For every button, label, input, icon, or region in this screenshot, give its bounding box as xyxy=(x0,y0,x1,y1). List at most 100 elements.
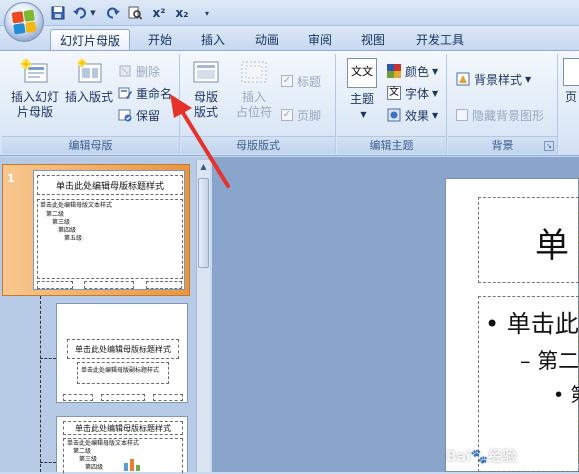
watermark-url: jingyan.baidu.com xyxy=(508,462,579,470)
page-setup-button[interactable]: 页 xyxy=(561,58,579,105)
preserve-icon xyxy=(118,108,132,122)
group-overflow: 页 xyxy=(559,54,579,154)
themes-dropdown-icon: ▼ xyxy=(360,110,367,119)
office-logo-icon xyxy=(11,9,37,35)
background-styles-icon xyxy=(456,72,470,86)
layout-connector-line-h2 xyxy=(40,462,56,463)
effects-icon xyxy=(387,108,401,122)
insert-slide-master-label-1: 插入幻灯 xyxy=(10,90,59,104)
layout1-footer-number xyxy=(153,394,183,401)
red-annotation-arrow xyxy=(170,94,230,188)
layout2-level4: 第四级 xyxy=(85,464,104,471)
ribbon-tabs: 幻灯片母版 开始 插入 动画 审阅 视图 开发工具 xyxy=(0,26,579,51)
layout-thumbnail-title[interactable]: 单击此处编辑母版标题样式 单击此处编辑母版副标题样式 xyxy=(56,303,188,403)
delete-label: 删除 xyxy=(136,64,161,79)
body-bullet-level1: • 单击此 xyxy=(485,310,579,338)
colors-label: 颜色 xyxy=(405,64,430,79)
slide-number: 1 xyxy=(7,172,15,185)
delete-icon xyxy=(118,64,132,78)
effects-button[interactable]: 效果 ▼ xyxy=(387,106,438,124)
hide-background-checkbox-box xyxy=(456,109,468,121)
page-setup-icon xyxy=(563,58,579,86)
footer-checkbox-box: ✓ xyxy=(281,109,293,121)
layout-connector-line xyxy=(40,296,41,472)
slides-panel-scrollbar[interactable]: ▲ xyxy=(196,160,210,472)
tab-home[interactable]: 开始 xyxy=(140,29,180,51)
insert-layout-button[interactable]: 插入版式 xyxy=(62,58,116,105)
group-label-background: 背景 xyxy=(448,136,557,154)
insert-layout-label: 插入版式 xyxy=(64,90,113,104)
body-bullet-level3: • 第 xyxy=(553,384,579,406)
dialog-launcher-icon[interactable]: ↘ xyxy=(544,141,554,151)
page-setup-label: 页 xyxy=(565,90,578,104)
fonts-icon: 文 xyxy=(387,86,401,100)
master-thumb-footer-date xyxy=(37,281,73,289)
footer-checkbox[interactable]: ✓ 页脚 xyxy=(281,106,321,124)
master-thumb-body: 单击此处编辑母版文本样式 xyxy=(40,202,113,209)
superscript-button[interactable]: x² xyxy=(150,4,168,22)
layout1-title: 单击此处编辑母版标题样式 xyxy=(75,345,171,354)
layout1-subtitle: 单击此处编辑母版副标题样式 xyxy=(81,367,160,374)
master-thumb-footer-center xyxy=(84,281,134,289)
tab-insert[interactable]: 插入 xyxy=(193,29,233,51)
layout2-title: 单击此处编辑母版标题样式 xyxy=(75,424,171,433)
group-label-edit-theme: 编辑主题 xyxy=(337,136,446,154)
effects-dropdown-icon: ▼ xyxy=(432,110,439,120)
master-thumb-footer-number xyxy=(146,281,182,289)
insert-slide-master-button[interactable]: 插入幻灯 片母版 xyxy=(6,58,64,120)
fonts-button[interactable]: 文 字体 ▼ xyxy=(387,84,438,102)
hide-background-label: 隐藏背景图形 xyxy=(472,108,545,123)
colors-button[interactable]: 颜色 ▼ xyxy=(387,62,438,80)
insert-slide-master-label-2: 片母版 xyxy=(16,105,53,119)
quick-access-toolbar: ▼ x² x₂ ▾ xyxy=(0,0,579,26)
title-placeholder-text: 单 xyxy=(535,226,569,266)
fonts-dropdown-icon: ▼ xyxy=(432,88,439,98)
delete-button[interactable]: 删除 xyxy=(118,62,160,80)
subscript-button[interactable]: x₂ xyxy=(173,4,191,22)
colors-icon xyxy=(387,64,401,78)
background-styles-dropdown-icon: ▼ xyxy=(525,74,532,84)
hide-background-checkbox[interactable]: 隐藏背景图形 xyxy=(456,106,544,124)
group-background: 背景样式 ▼ 隐藏背景图形 背景 ↘ xyxy=(448,54,558,154)
undo-dropdown-icon[interactable]: ▼ xyxy=(89,4,97,22)
group-label-edit-master: 编辑母版 xyxy=(2,136,179,154)
print-preview-icon[interactable] xyxy=(127,4,143,22)
layout1-footer-center xyxy=(101,394,145,401)
layout2-chart-icon xyxy=(123,457,141,471)
layout1-footer-date xyxy=(63,394,93,401)
watermark-logo: Bai🐾经验 xyxy=(446,449,517,465)
tab-slide-master[interactable]: 幻灯片母版 xyxy=(50,29,130,51)
customize-qat-icon[interactable]: ▾ xyxy=(202,4,212,22)
tab-review[interactable]: 审阅 xyxy=(300,29,340,51)
preserve-button[interactable]: 保留 xyxy=(118,106,160,124)
tab-view[interactable]: 视图 xyxy=(353,29,393,51)
layout-thumbnail-content[interactable]: 单击此处编辑母版标题样式 单击此处编辑母版文本样式 第二级 第三级 第四级 xyxy=(56,416,188,473)
undo-icon[interactable] xyxy=(72,4,88,22)
ribbon: 插入幻灯 片母版 插入版式 删除 重命名 保留 编辑母版 母版 版式 插入 占位… xyxy=(0,50,579,156)
office-button[interactable] xyxy=(4,2,44,42)
save-icon[interactable] xyxy=(50,4,66,22)
tab-animation[interactable]: 动画 xyxy=(247,29,287,51)
group-edit-theme: 文文 主题 ▼ 颜色 ▼ 文 字体 ▼ 效果 ▼ 编辑主题 xyxy=(337,54,447,154)
master-layout-icon xyxy=(190,58,222,86)
colors-dropdown-icon: ▼ xyxy=(432,66,439,76)
effects-label: 效果 xyxy=(405,108,430,123)
background-styles-button[interactable]: 背景样式 ▼ xyxy=(456,70,531,88)
themes-button[interactable]: 文文 主题 ▼ xyxy=(341,58,383,122)
footer-checkbox-label: 页脚 xyxy=(297,108,322,123)
fonts-label: 字体 xyxy=(405,86,430,101)
background-styles-label: 背景样式 xyxy=(474,72,523,87)
master-thumb-level5: 第五级 xyxy=(64,235,83,242)
themes-icon: 文文 xyxy=(347,58,377,88)
insert-layout-icon xyxy=(73,58,105,86)
insert-placeholder-icon xyxy=(238,58,270,86)
title-checkbox[interactable]: ✓ 标题 xyxy=(281,72,321,90)
tab-developer[interactable]: 开发工具 xyxy=(405,29,475,51)
body-bullet-level2: – 第二 xyxy=(520,349,579,373)
insert-slide-master-icon xyxy=(19,58,51,86)
group-edit-master: 插入幻灯 片母版 插入版式 删除 重命名 保留 编辑母版 xyxy=(2,54,180,154)
redo-icon[interactable] xyxy=(105,4,121,22)
preserve-label: 保留 xyxy=(136,108,161,123)
layout-connector-line-h1 xyxy=(40,358,56,359)
rename-icon xyxy=(118,86,132,100)
